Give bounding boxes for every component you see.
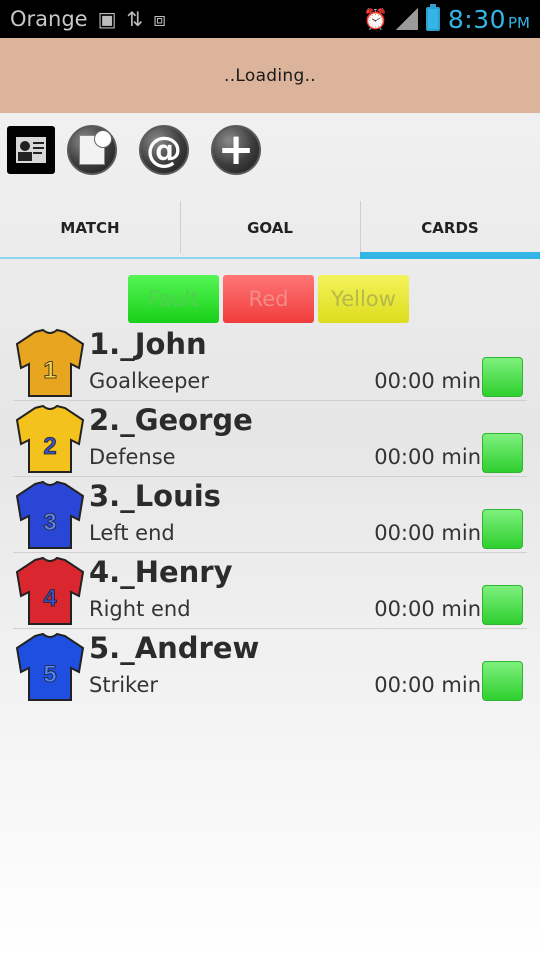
player-role: Defense — [89, 445, 176, 469]
action-bar: @ + — [0, 113, 540, 193]
contact-card-icon[interactable] — [7, 126, 55, 174]
player-time: 00:00 min — [374, 445, 481, 469]
clock-ampm: PM — [508, 13, 530, 32]
svg-text:4: 4 — [43, 585, 57, 612]
status-bar: Orange ▣ ⇅ ⧈ ⏰ 8:30 PM — [0, 0, 540, 38]
player-role: Left end — [89, 521, 175, 545]
svg-text:2: 2 — [43, 433, 56, 460]
player-status-box[interactable] — [482, 661, 523, 701]
player-name: 4._Henry — [89, 555, 233, 589]
tab-goal[interactable]: GOAL — [180, 197, 360, 259]
signal-icon — [395, 8, 418, 30]
player-row[interactable]: 4 4._Henry Right end 00:00 min — [13, 553, 527, 629]
player-time: 00:00 min — [374, 369, 481, 393]
tab-match[interactable]: MATCH — [0, 197, 180, 259]
player-role: Striker — [89, 673, 158, 697]
jersey-icon: 4 — [15, 556, 85, 625]
jersey-icon: 2 — [15, 404, 85, 473]
svg-text:1: 1 — [43, 357, 56, 384]
player-status-box[interactable] — [482, 357, 523, 397]
battery-icon — [425, 4, 440, 31]
at-sign-icon[interactable]: @ — [139, 125, 189, 175]
player-row[interactable]: 2 2._George Defense 00:00 min — [13, 401, 527, 477]
sync-icon: ⇅ — [126, 7, 144, 31]
player-time: 00:00 min — [374, 521, 481, 545]
player-status-box[interactable] — [482, 433, 523, 473]
player-role: Right end — [89, 597, 191, 621]
player-name: 5._Andrew — [89, 631, 260, 665]
player-time: 00:00 min — [374, 673, 481, 697]
document-clock-icon[interactable] — [67, 125, 117, 175]
player-row[interactable]: 1 1._John Goalkeeper 00:00 min — [13, 325, 527, 401]
player-status-box[interactable] — [482, 509, 523, 549]
svg-text:3: 3 — [43, 509, 56, 536]
yellow-card-button[interactable]: Yellow — [318, 275, 409, 323]
card-filter-buttons: Fault Red Yellow — [128, 275, 409, 323]
player-status-box[interactable] — [482, 585, 523, 625]
player-list: 1 1._John Goalkeeper 00:00 min 2 2._Geor… — [13, 325, 527, 705]
player-role: Goalkeeper — [89, 369, 209, 393]
player-name: 1._John — [89, 327, 207, 361]
clock-time: 8:30 — [447, 4, 506, 34]
add-icon[interactable]: + — [211, 125, 261, 175]
tab-bar: MATCH GOAL CARDS — [0, 197, 540, 259]
jersey-icon: 1 — [15, 328, 85, 397]
alarm-icon: ⏰ — [362, 7, 388, 31]
carrier-name: Orange — [10, 7, 88, 31]
jersey-icon: 5 — [15, 632, 85, 701]
player-row[interactable]: 5 5._Andrew Striker 00:00 min — [13, 629, 527, 705]
svg-text:5: 5 — [43, 661, 56, 688]
fault-button[interactable]: Fault — [128, 275, 219, 323]
player-row[interactable]: 3 3._Louis Left end 00:00 min — [13, 477, 527, 553]
player-time: 00:00 min — [374, 597, 481, 621]
loading-banner: ..Loading.. — [0, 38, 540, 113]
download-icon: ⧈ — [153, 7, 166, 31]
red-card-button[interactable]: Red — [223, 275, 314, 323]
player-name: 2._George — [89, 403, 253, 437]
image-icon: ▣ — [97, 7, 117, 31]
tab-cards[interactable]: CARDS — [360, 197, 540, 259]
player-name: 3._Louis — [89, 479, 221, 513]
jersey-icon: 3 — [15, 480, 85, 549]
loading-text: ..Loading.. — [224, 65, 316, 86]
